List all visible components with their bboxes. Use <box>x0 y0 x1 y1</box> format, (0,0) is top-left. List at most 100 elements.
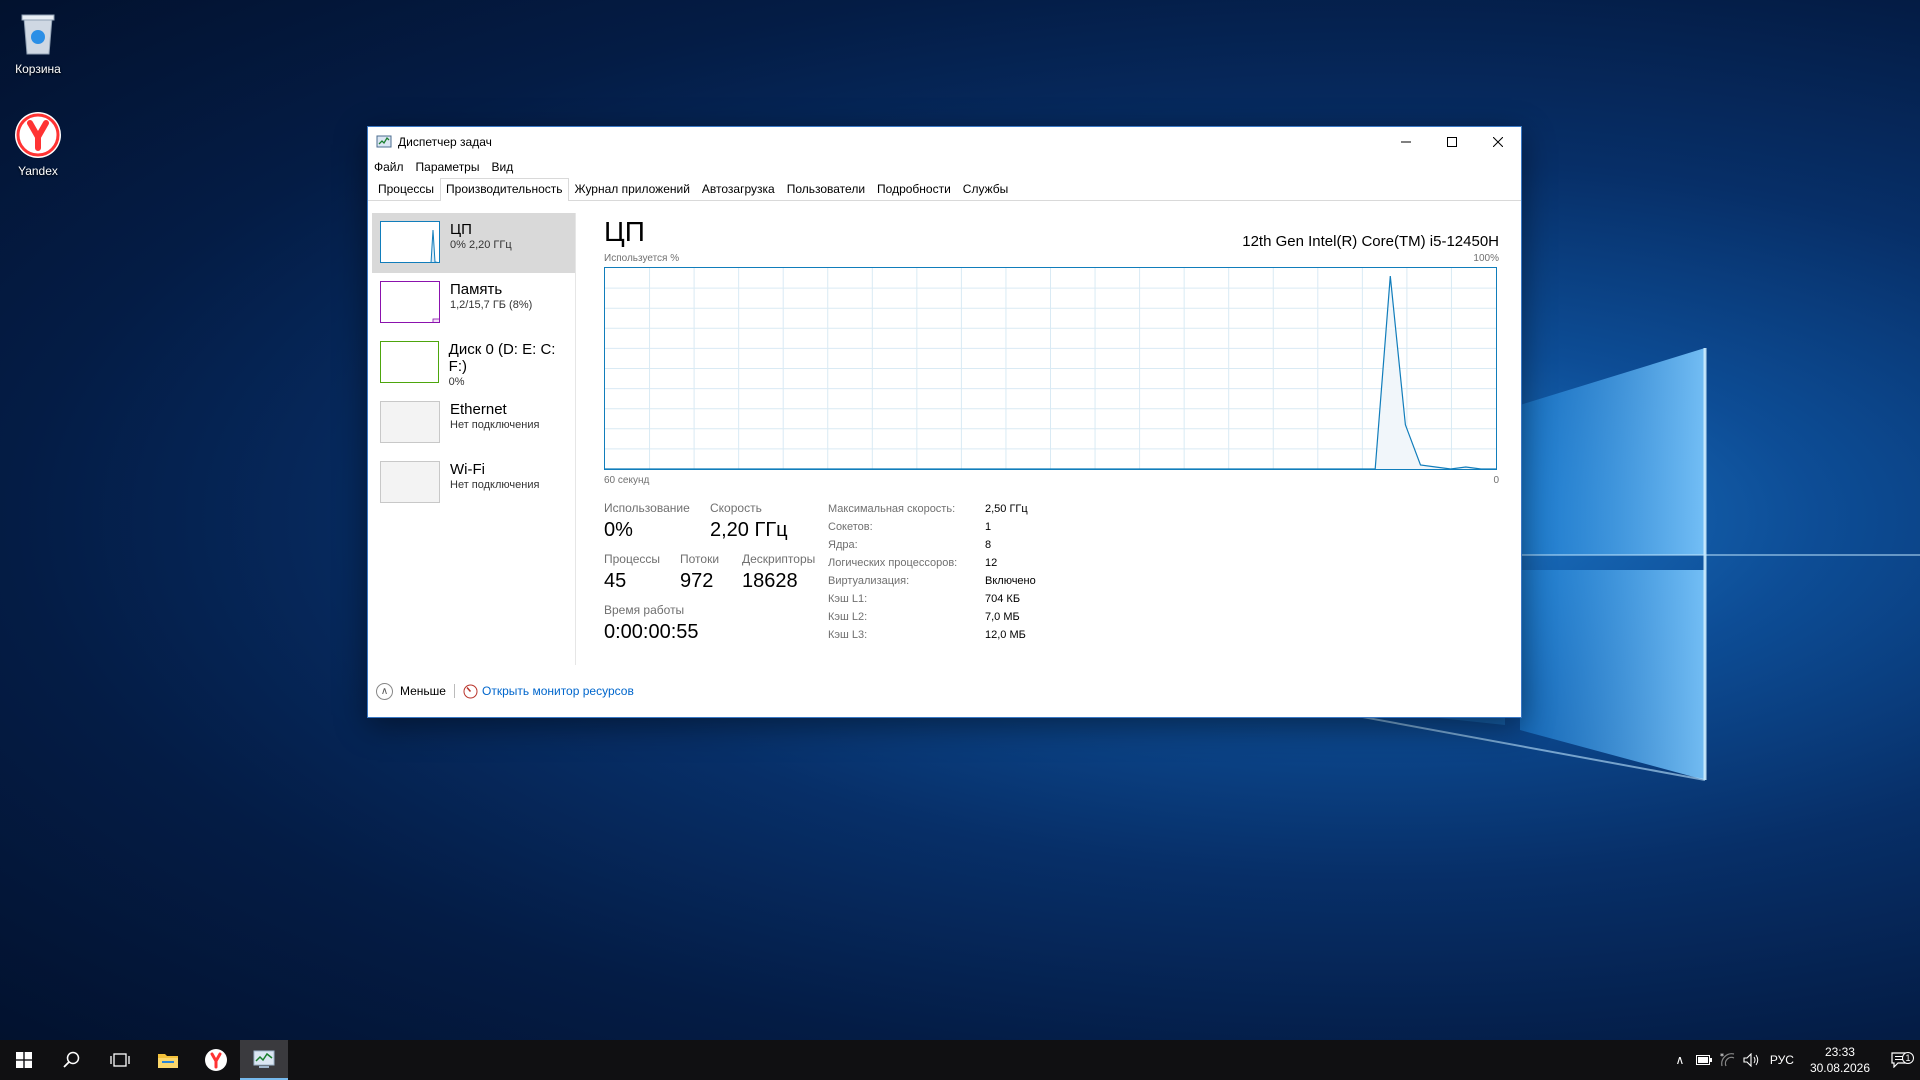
menu-options[interactable]: Параметры <box>416 160 480 174</box>
sidebar-item-value: 0% 2,20 ГГц <box>450 239 512 251</box>
tab-app-history[interactable]: Журнал приложений <box>569 178 696 200</box>
taskbar-yandex[interactable] <box>192 1040 240 1080</box>
stat-speed: Скорость 2,20 ГГц <box>710 501 788 542</box>
window-footer: ∧ Меньше Открыть монитор ресурсов <box>368 665 1521 717</box>
search-icon <box>63 1051 80 1068</box>
stat-value: 972 <box>680 570 714 592</box>
spec-row: Кэш L1: 704 КБ <box>828 593 1036 611</box>
task-view-icon <box>110 1053 130 1067</box>
spec-row: Кэш L2: 7,0 МБ <box>828 611 1036 629</box>
stat-label: Потоки <box>680 552 720 566</box>
spec-key: Логических процессоров: <box>828 557 958 569</box>
close-button[interactable] <box>1475 127 1521 157</box>
task-view-button[interactable] <box>96 1040 144 1080</box>
sidebar-item-label: ЦП <box>450 221 472 238</box>
spec-row: Ядра: 8 <box>828 539 1036 557</box>
taskbar-task-manager[interactable] <box>240 1040 288 1080</box>
show-hidden-icons-button[interactable]: ∧ <box>1668 1053 1692 1067</box>
graph-label-time: 60 секунд <box>604 475 650 486</box>
cpu-usage-graph <box>604 267 1497 470</box>
desktop-icon-yandex[interactable]: Yandex <box>0 110 76 178</box>
desktop-icon-recycle-bin[interactable]: Корзина <box>0 8 76 76</box>
task-manager-window: Диспетчер задач Файл Параметры Вид Проце… <box>367 126 1522 718</box>
network-icon[interactable]: * <box>1716 1053 1740 1067</box>
tab-services[interactable]: Службы <box>957 178 1014 200</box>
resource-monitor-icon <box>463 684 478 698</box>
input-language-indicator[interactable]: РУС <box>1764 1053 1800 1067</box>
graph-label-usage: Используется % <box>604 253 680 264</box>
stat-value: 45 <box>604 570 627 592</box>
menu-file[interactable]: Файл <box>374 160 404 174</box>
action-center-button[interactable]: 1 <box>1880 1052 1920 1068</box>
stat-processes: Процессы 45 <box>604 552 660 593</box>
recycle-bin-icon <box>13 8 63 58</box>
spec-row: Сокетов: 1 <box>828 521 1036 539</box>
spec-key: Сокетов: <box>828 521 873 533</box>
cpu-model: 12th Gen Intel(R) Core(TM) i5-12450H <box>1242 233 1499 250</box>
ethernet-thumbnail <box>380 401 440 443</box>
stat-value: 18628 <box>742 570 798 592</box>
cpu-thumbnail <box>380 221 440 263</box>
clock-time: 23:33 <box>1824 1045 1855 1059</box>
stat-usage: Использование 0% <box>604 501 690 542</box>
chevron-up-icon: ∧ <box>376 682 393 700</box>
sidebar-item-ethernet[interactable]: Ethernet Нет подключения <box>372 393 575 453</box>
sidebar-item-label: Память <box>450 281 503 298</box>
stat-uptime: Время работы 0:00:00:55 <box>604 603 699 644</box>
tab-users[interactable]: Пользователи <box>781 178 871 200</box>
folder-icon <box>158 1054 178 1068</box>
menu-view[interactable]: Вид <box>491 160 513 174</box>
maximize-button[interactable] <box>1429 127 1475 157</box>
open-resource-monitor-link[interactable]: Открыть монитор ресурсов <box>463 684 634 699</box>
tab-processes[interactable]: Процессы <box>372 178 440 200</box>
fewer-details-button[interactable]: ∧ Меньше <box>376 682 446 700</box>
title-bar[interactable]: Диспетчер задач <box>368 127 1521 157</box>
volume-icon[interactable] <box>1740 1053 1764 1067</box>
spec-key: Ядра: <box>828 539 858 551</box>
svg-text:*: * <box>1720 1053 1724 1061</box>
spec-row: Логических процессоров: 12 <box>828 557 1036 575</box>
spec-value: 12 <box>985 557 998 569</box>
sidebar-item-label: Wi-Fi <box>450 461 485 478</box>
sidebar-item-value: 1,2/15,7 ГБ (8%) <box>450 299 533 311</box>
sidebar-item-memory[interactable]: Память 1,2/15,7 ГБ (8%) <box>372 273 575 333</box>
minimize-button[interactable] <box>1383 127 1429 157</box>
clock[interactable]: 23:33 30.08.2026 <box>1800 1044 1880 1076</box>
spec-key: Виртуализация: <box>828 575 910 587</box>
spec-key: Кэш L1: <box>828 593 868 605</box>
spec-value: 7,0 МБ <box>985 611 1020 623</box>
spec-value: Включено <box>985 575 1036 587</box>
chevron-up-icon: ∧ <box>1675 1053 1685 1067</box>
spec-value: 2,50 ГГц <box>985 503 1028 515</box>
stat-value: 0:00:00:55 <box>604 621 699 643</box>
sidebar-item-wifi[interactable]: Wi-Fi Нет подключения <box>372 453 575 513</box>
sidebar-item-value: 0% <box>448 376 465 388</box>
tab-startup[interactable]: Автозагрузка <box>696 178 781 200</box>
battery-icon[interactable] <box>1692 1055 1716 1065</box>
sidebar-item-cpu[interactable]: ЦП 0% 2,20 ГГц <box>372 213 575 273</box>
tab-details[interactable]: Подробности <box>871 178 957 200</box>
start-button[interactable] <box>0 1040 48 1080</box>
search-button[interactable] <box>48 1040 96 1080</box>
task-manager-icon <box>376 135 392 148</box>
spec-value: 8 <box>985 539 992 551</box>
spec-row: Кэш L3: 12,0 МБ <box>828 629 1036 647</box>
spec-value: 12,0 МБ <box>985 629 1026 641</box>
spec-value: 704 КБ <box>985 593 1021 605</box>
windows-icon <box>16 1052 32 1068</box>
clock-date: 30.08.2026 <box>1809 1061 1870 1075</box>
resource-list: ЦП 0% 2,20 ГГц Память 1,2/15,7 ГБ (8%) Д… <box>372 213 576 665</box>
memory-thumbnail <box>380 281 440 323</box>
spec-row: Максимальная скорость: 2,50 ГГц <box>828 503 1036 521</box>
yandex-browser-icon <box>205 1049 227 1071</box>
stat-value: 0% <box>604 519 633 541</box>
sidebar-item-label: Диск 0 (D: E: C: F:) <box>448 341 556 375</box>
desktop-icon-label: Корзина <box>15 62 61 76</box>
fewer-details-label: Меньше <box>400 684 446 698</box>
tab-performance[interactable]: Производительность <box>440 178 569 201</box>
stat-handles: Дескрипторы 18628 <box>742 552 815 593</box>
taskbar-file-explorer[interactable] <box>144 1040 192 1080</box>
sidebar-item-disk[interactable]: Диск 0 (D: E: C: F:) 0% <box>372 333 575 393</box>
spec-key: Кэш L2: <box>828 611 868 623</box>
spec-value: 1 <box>985 521 992 533</box>
